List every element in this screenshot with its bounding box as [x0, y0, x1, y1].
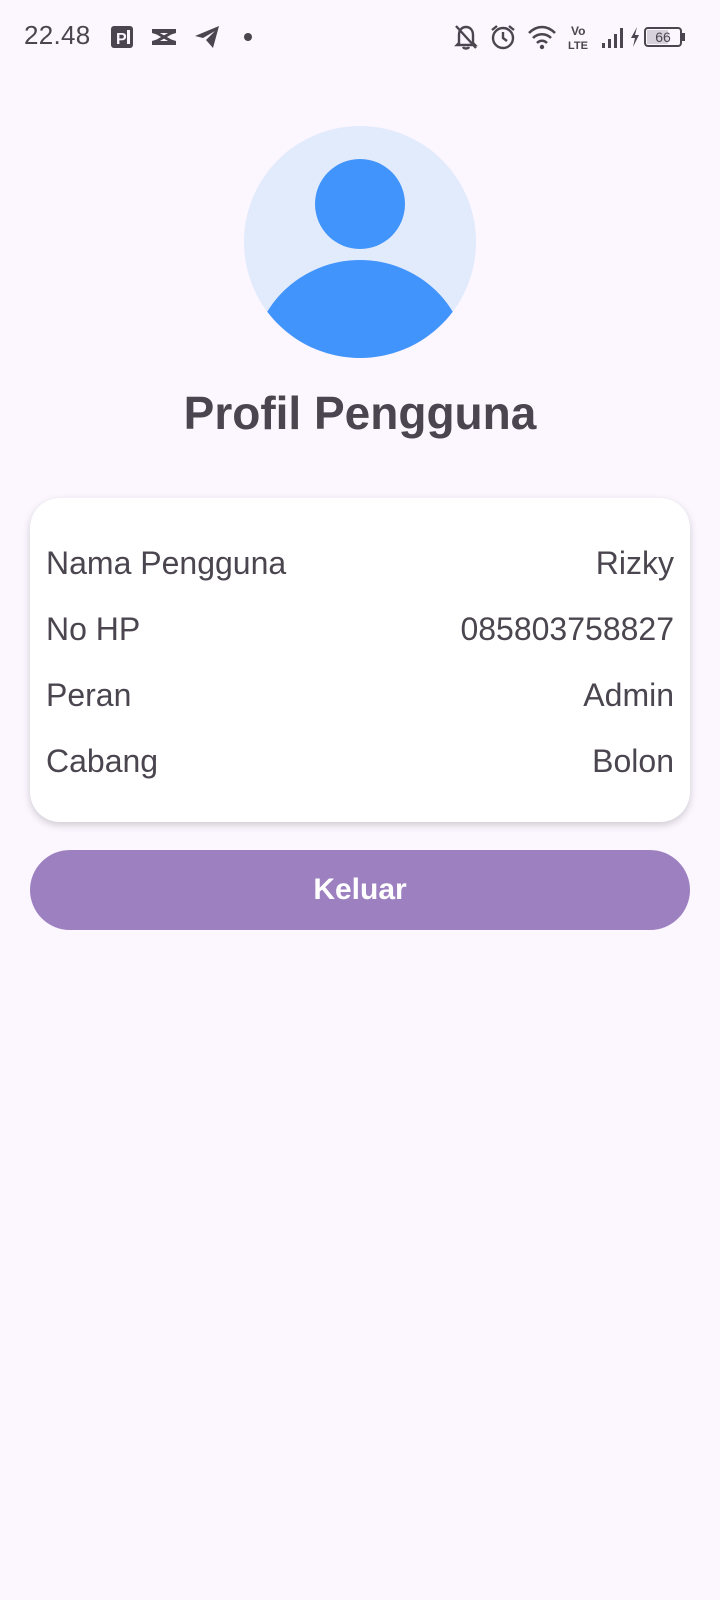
svg-text:LTE: LTE	[568, 40, 588, 51]
info-value: Rizky	[595, 544, 674, 581]
logout-button[interactable]: Keluar	[30, 850, 690, 930]
info-label: Nama Pengguna	[46, 544, 287, 581]
info-value: 085803758827	[460, 610, 674, 647]
svg-text:Vo: Vo	[571, 24, 585, 38]
dot-icon	[242, 22, 254, 52]
user-avatar-icon	[244, 126, 476, 358]
status-bar: 22.48 P Vo LTE 66	[0, 0, 720, 74]
info-row-branch: Cabang Bolon	[46, 736, 674, 786]
page-title: Profil Pengguna	[183, 387, 537, 439]
volte-icon: Vo LTE	[566, 22, 596, 52]
svg-text:P: P	[116, 31, 127, 48]
info-label: Peran	[46, 676, 132, 713]
signal-icon	[600, 22, 626, 52]
info-value: Admin	[583, 676, 674, 713]
info-value: Bolon	[592, 742, 674, 779]
parking-app-icon: P	[108, 22, 136, 52]
battery-level: 66	[655, 29, 671, 45]
wifi-icon	[526, 22, 558, 52]
info-label: Cabang	[46, 742, 159, 779]
profile-info-card: Nama Pengguna Rizky No HP 085803758827 P…	[30, 498, 690, 822]
info-row-phone: No HP 085803758827	[46, 604, 674, 654]
status-time: 22.48	[24, 20, 91, 50]
bell-off-icon	[452, 22, 480, 52]
info-row-username: Nama Pengguna Rizky	[46, 538, 674, 588]
charging-icon	[628, 22, 642, 52]
capcut-icon	[148, 22, 180, 52]
telegram-icon	[192, 22, 222, 52]
info-label: No HP	[46, 610, 141, 647]
battery-icon: 66	[644, 22, 686, 52]
alarm-icon	[488, 22, 518, 52]
info-row-role: Peran Admin	[46, 670, 674, 720]
